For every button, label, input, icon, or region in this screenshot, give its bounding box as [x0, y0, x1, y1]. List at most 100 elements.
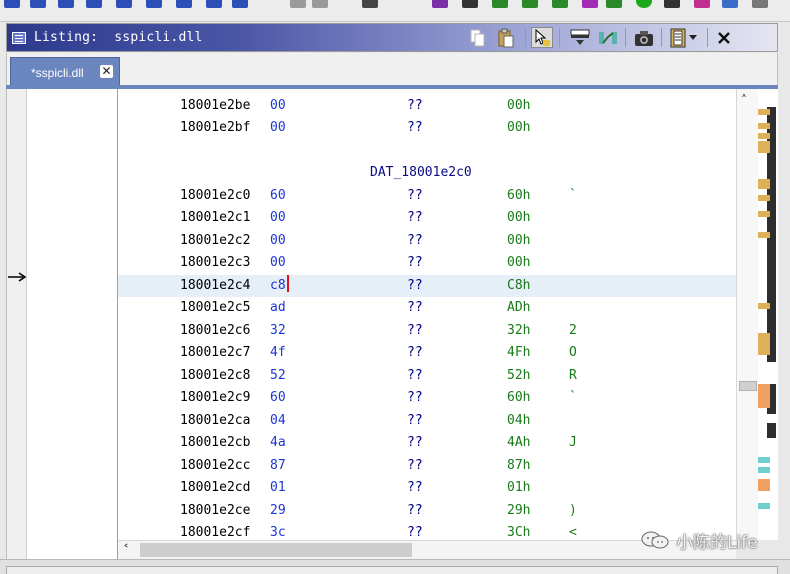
overview-marker — [758, 123, 770, 129]
listing-row-current[interactable]: 18001e2c4 c8 ?? C8h — [118, 275, 736, 297]
paste-button[interactable] — [495, 27, 517, 48]
row-value: 52h — [507, 368, 531, 383]
watermark-text: 小陈的Life — [676, 532, 758, 553]
listing-row[interactable]: 18001e2c2 00 ?? 00h — [118, 230, 736, 252]
tab-sspicli-dll[interactable]: *sspicli.dll ✕ — [10, 57, 120, 86]
row-value: 4Ah — [507, 435, 531, 450]
overview-bar[interactable] — [758, 89, 778, 540]
listing-row[interactable]: 18001e2c6 32 ?? 32h 2 — [118, 320, 736, 342]
data-types-icon[interactable] — [522, 0, 538, 8]
listing-row[interactable]: 18001e2ce 29 ?? 29h ) — [118, 500, 736, 522]
nav-reference-icon[interactable] — [206, 0, 222, 8]
row-address: 18001e2c2 — [180, 233, 251, 248]
toolbar-separator — [525, 28, 526, 47]
scroll-up-icon[interactable]: ˄ — [741, 93, 747, 107]
listing-row[interactable]: 18001e2ca 04 ?? 04h — [118, 410, 736, 432]
row-bytes: 4f — [270, 345, 286, 360]
memory-map-icon[interactable] — [462, 0, 478, 8]
row-address: 18001e2bf — [180, 120, 251, 135]
redo-icon[interactable] — [312, 0, 328, 8]
row-char: 2 — [569, 323, 577, 338]
cursor-select-button[interactable] — [531, 27, 553, 48]
nav-data-icon[interactable] — [58, 0, 74, 8]
row-mnemonic: ?? — [407, 503, 423, 518]
dropdown-button[interactable] — [687, 27, 699, 48]
nav-byte-icon[interactable] — [232, 0, 248, 8]
tab-close-icon[interactable]: ✕ — [100, 65, 113, 78]
row-address: 18001e2c6 — [180, 323, 251, 338]
overview-marker — [758, 133, 770, 139]
nav-label-icon[interactable] — [30, 0, 46, 8]
wechat-logo-icon — [641, 531, 669, 549]
listing-window-icon — [12, 32, 26, 44]
run-icon[interactable] — [636, 0, 652, 8]
vertical-scrollbar[interactable]: ˄ — [736, 89, 758, 540]
row-address: 18001e2cf — [180, 525, 251, 540]
script-icon[interactable] — [552, 0, 568, 8]
data-label[interactable]: DAT_18001e2c0 — [370, 162, 472, 184]
row-bytes: c8 — [270, 278, 286, 293]
checksum-icon[interactable] — [752, 0, 768, 8]
row-value: 00h — [507, 210, 531, 225]
text-cursor — [287, 275, 289, 292]
listing-row[interactable]: 18001e2c9 60 ?? 60h ` — [118, 387, 736, 409]
row-mnemonic: ?? — [407, 120, 423, 135]
listing-row[interactable]: 18001e2c1 00 ?? 00h — [118, 207, 736, 229]
copy-button[interactable] — [467, 27, 489, 48]
symbol-tree-icon[interactable] — [492, 0, 508, 8]
listing-row[interactable]: 18001e2c0 60 ?? 60h ` — [118, 185, 736, 207]
listing-row[interactable]: 18001e2bf 00 ?? 00h — [118, 117, 736, 139]
graph-button[interactable] — [597, 27, 619, 48]
row-address: 18001e2c0 — [180, 188, 251, 203]
row-char: ) — [569, 503, 577, 518]
row-bytes: 87 — [270, 458, 286, 473]
listing-row[interactable]: 18001e2cc 87 ?? 87h — [118, 455, 736, 477]
vertical-scroll-thumb[interactable] — [739, 381, 757, 391]
row-value: 3Ch — [507, 525, 531, 540]
listing-row[interactable]: 18001e2be 00 ?? 00h — [118, 95, 736, 117]
undo-icon[interactable] — [290, 0, 306, 8]
nav-undefined-icon[interactable] — [86, 0, 102, 8]
row-mnemonic: ?? — [407, 345, 423, 360]
bottom-panel-frame — [6, 566, 778, 574]
row-value: 00h — [507, 120, 531, 135]
bytes-icon[interactable] — [606, 0, 622, 8]
nav-function-icon[interactable] — [116, 0, 132, 8]
field-layout-button[interactable] — [569, 27, 591, 48]
console-icon[interactable] — [664, 0, 680, 8]
listing-row[interactable]: 18001e2c7 4f ?? 4Fh O — [118, 342, 736, 364]
horizontal-scroll-thumb[interactable] — [140, 543, 412, 557]
row-value: 00h — [507, 255, 531, 270]
row-char: R — [569, 368, 577, 383]
row-value: 00h — [507, 233, 531, 248]
notes-icon[interactable] — [722, 0, 738, 8]
overview-marker — [758, 232, 770, 238]
listing-row[interactable]: 18001e2c3 00 ?? 00h — [118, 252, 736, 274]
listing-row[interactable]: 18001e2cd 01 ?? 01h — [118, 477, 736, 499]
row-value: 60h — [507, 188, 531, 203]
listing-row[interactable]: 18001e2cb 4a ?? 4Ah J — [118, 432, 736, 454]
nav-back-icon[interactable] — [4, 0, 20, 8]
snapshot-button[interactable] — [633, 27, 655, 48]
row-value: 29h — [507, 503, 531, 518]
listing-row[interactable]: 18001e2c5 ad ?? ADh — [118, 297, 736, 319]
row-mnemonic: ?? — [407, 210, 423, 225]
program-tree-icon[interactable] — [582, 0, 598, 8]
listing-row[interactable]: 18001e2c8 52 ?? 52h R — [118, 365, 736, 387]
overview-marker — [758, 384, 770, 408]
columns-button[interactable] — [667, 27, 689, 48]
paste-icon — [498, 28, 514, 47]
nav-bookmark-icon[interactable] — [176, 0, 192, 8]
scroll-left-icon[interactable]: ˂ — [123, 543, 129, 557]
listing-view[interactable]: 18001e2be 00 ?? 00h 18001e2bf 00 ?? 00h … — [118, 89, 736, 540]
close-button[interactable] — [713, 27, 735, 48]
nav-instruction-icon[interactable] — [146, 0, 162, 8]
row-value: 32h — [507, 323, 531, 338]
row-mnemonic: ?? — [407, 300, 423, 315]
tab-label: *sspicli.dll — [31, 66, 84, 80]
row-bytes: 00 — [270, 210, 286, 225]
row-mnemonic: ?? — [407, 413, 423, 428]
decompile-icon[interactable] — [432, 0, 448, 8]
bookmarks-icon[interactable] — [694, 0, 710, 8]
code-browser-icon[interactable] — [362, 0, 378, 8]
